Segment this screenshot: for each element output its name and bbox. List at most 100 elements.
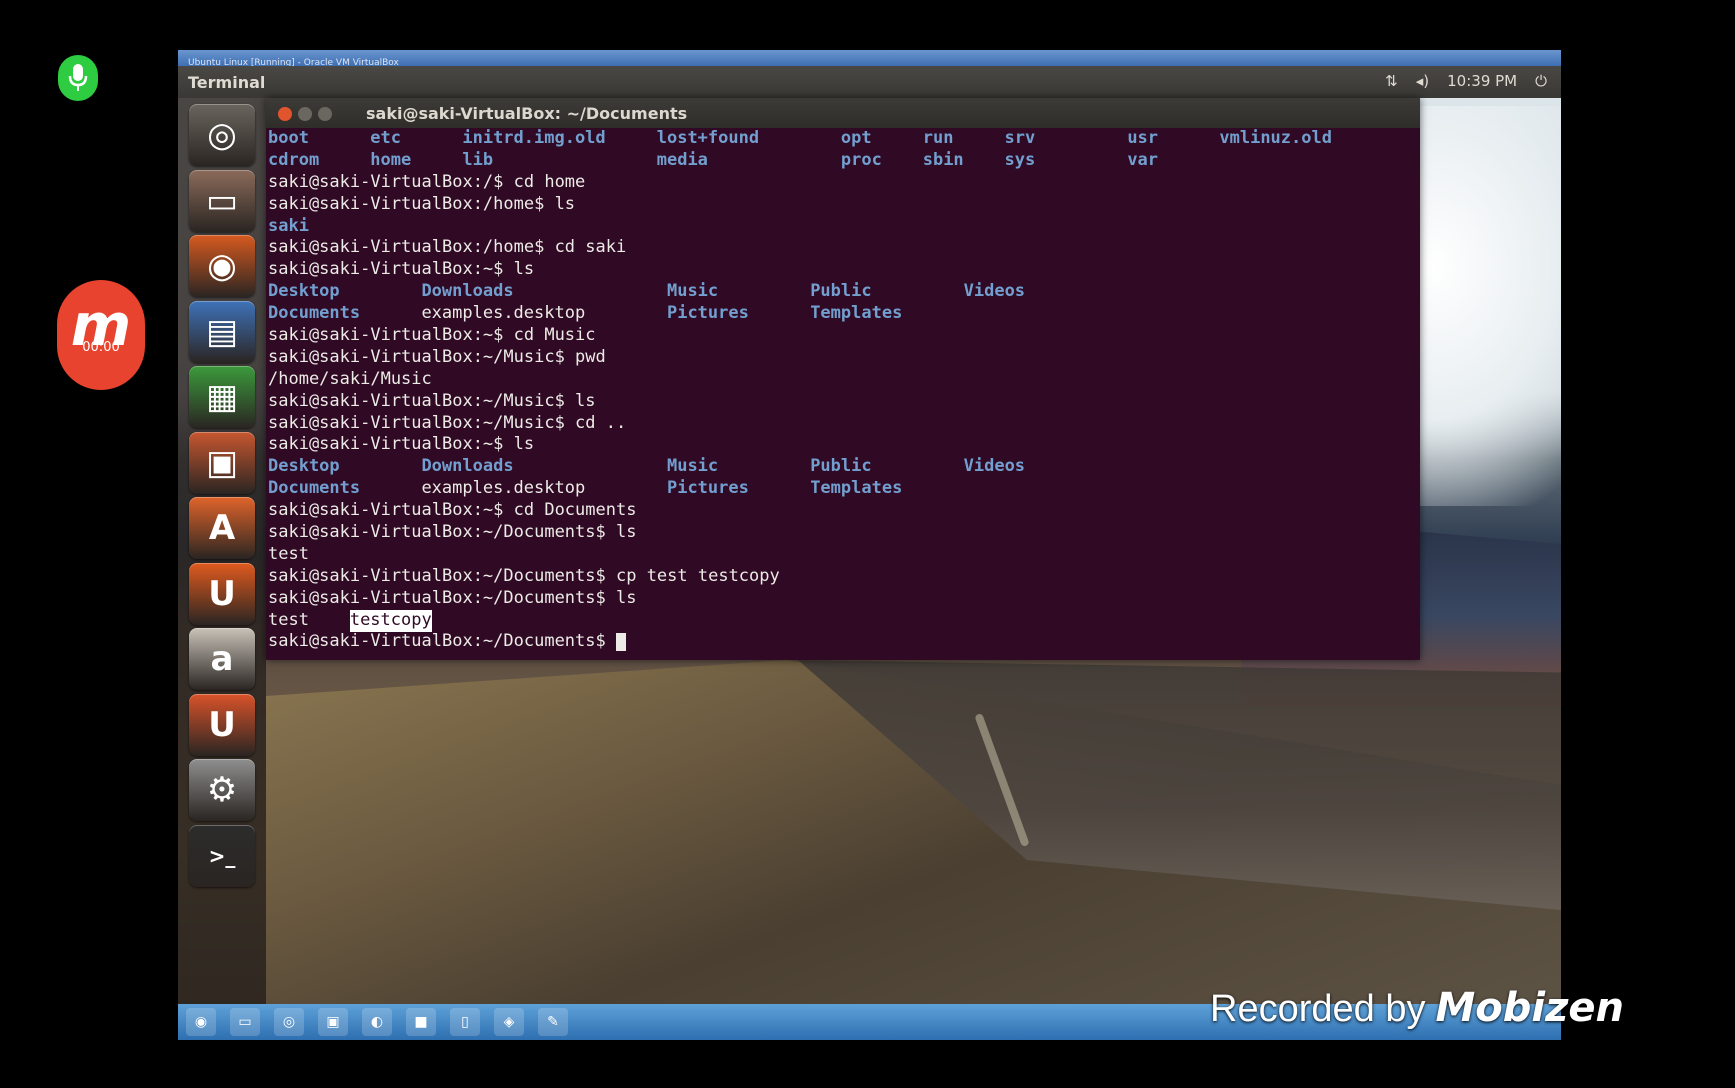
directory-name: Music bbox=[666, 456, 719, 477]
terminal-line: saki@saki-VirtualBox:~$ ls bbox=[268, 434, 1420, 456]
terminal-line: test testcopy bbox=[268, 609, 1420, 632]
directory-name: Downloads bbox=[421, 281, 514, 302]
directory-name: cdrom bbox=[268, 149, 320, 170]
directory-name: opt bbox=[840, 128, 872, 148]
app-icon[interactable]: ▣ bbox=[318, 1008, 348, 1036]
directory-name: Public bbox=[810, 281, 872, 302]
network-icon[interactable]: ◈ bbox=[494, 1008, 524, 1036]
volume-icon[interactable]: ◂) bbox=[1416, 72, 1429, 90]
terminal-text: testcopy bbox=[349, 609, 432, 632]
chrome-icon[interactable]: ◎ bbox=[274, 1008, 304, 1036]
directory-name: proc bbox=[840, 149, 882, 170]
clock[interactable]: 10:39 PM bbox=[1447, 72, 1517, 90]
terminal-text: saki@saki-VirtualBox:~/Documents$ ls bbox=[268, 522, 637, 543]
start-orb-icon[interactable]: ◉ bbox=[186, 1008, 216, 1036]
terminal-line: saki@saki-VirtualBox:~$ cd Documents bbox=[268, 500, 1420, 522]
terminal-icon[interactable]: >_ bbox=[189, 824, 255, 887]
microphone-icon[interactable] bbox=[58, 55, 98, 101]
terminal-text: saki@saki-VirtualBox:~/Music$ ls bbox=[268, 390, 596, 411]
terminal-line: saki@saki-VirtualBox:/home$ ls bbox=[268, 194, 1420, 216]
terminal-text: saki@saki-VirtualBox:/home$ ls bbox=[268, 193, 576, 214]
terminal-line: cdrom home lib media proc sbin sys var bbox=[268, 150, 1420, 172]
directory-name: usr bbox=[1127, 128, 1159, 148]
terminal-text: saki@saki-VirtualBox:~$ cd Music bbox=[268, 325, 596, 346]
terminal-text: /home/saki/Music bbox=[268, 368, 432, 389]
directory-name: run bbox=[922, 128, 954, 148]
directory-name: sbin bbox=[922, 149, 964, 170]
minimize-icon[interactable] bbox=[298, 107, 312, 121]
directory-name: Documents bbox=[268, 303, 361, 324]
impress-icon[interactable]: ▣ bbox=[189, 431, 255, 494]
close-icon[interactable] bbox=[278, 107, 292, 121]
tool-icon[interactable]: ✎ bbox=[538, 1008, 568, 1036]
directory-name: Documents bbox=[268, 478, 361, 499]
directory-name: Downloads bbox=[421, 456, 514, 477]
ubuntu-one-icon[interactable]: U bbox=[189, 562, 255, 625]
directory-name: vmlinuz.old bbox=[1219, 128, 1332, 148]
terminal-line: saki bbox=[268, 216, 1420, 238]
terminal-line: saki@saki-VirtualBox:~/Documents$ ls bbox=[268, 588, 1420, 610]
terminal-text: saki@saki-VirtualBox:/home$ cd saki bbox=[268, 237, 627, 258]
system-settings-icon[interactable]: ⚙ bbox=[189, 759, 255, 821]
directory-name: Desktop bbox=[268, 456, 340, 477]
power-icon[interactable]: ⏻ bbox=[1535, 72, 1547, 90]
terminal-text: saki@saki-VirtualBox:~/Music$ cd .. bbox=[268, 412, 627, 433]
directory-name: lost+found bbox=[656, 128, 760, 148]
directory-name: sys bbox=[1004, 149, 1036, 170]
text-cursor bbox=[615, 633, 626, 652]
media-icon[interactable]: ◐ bbox=[362, 1008, 392, 1036]
terminal-text: saki@saki-VirtualBox:~$ ls bbox=[268, 259, 535, 280]
ubuntu-one-music-icon[interactable]: U bbox=[189, 693, 255, 756]
amazon-icon[interactable]: a bbox=[189, 628, 255, 690]
terminal-line: Documents examples.desktop Pictures Templat… bbox=[268, 303, 1420, 325]
terminal-text: examples.desktop bbox=[421, 478, 586, 499]
mobizen-record-button[interactable]: m 00:00 bbox=[57, 280, 145, 390]
word-icon[interactable]: ▯ bbox=[450, 1008, 480, 1036]
dash-home-icon[interactable]: ◎ bbox=[189, 104, 255, 166]
directory-name: Pictures bbox=[666, 303, 749, 324]
directory-name: initrd.img.old bbox=[462, 128, 606, 148]
firefox-icon[interactable]: ◉ bbox=[189, 235, 255, 297]
writer-icon[interactable]: ▤ bbox=[189, 300, 255, 363]
terminal-titlebar[interactable]: saki@saki-VirtualBox: ~/Documents bbox=[266, 98, 1420, 128]
terminal-text: saki@saki-VirtualBox:~/Documents$ bbox=[268, 631, 616, 652]
active-app-name: Terminal bbox=[188, 73, 266, 92]
terminal-line: saki@saki-VirtualBox:~/Music$ pwd bbox=[268, 347, 1420, 369]
folder-icon[interactable]: ■ bbox=[406, 1008, 436, 1036]
files-icon[interactable]: ▭ bbox=[189, 169, 255, 232]
explorer-icon[interactable]: ▭ bbox=[230, 1008, 260, 1036]
terminal-text: saki@saki-VirtualBox:~/Documents$ ls bbox=[268, 587, 637, 608]
terminal-text: saki@saki-VirtualBox:~/Documents$ cp tes… bbox=[268, 565, 780, 586]
network-icon[interactable]: ⇅ bbox=[1385, 72, 1398, 90]
directory-name: saki bbox=[268, 215, 309, 236]
terminal-line: Desktop Downloads Music Public Videos bbox=[268, 281, 1420, 303]
directory-name: var bbox=[1127, 149, 1159, 170]
directory-name: Videos bbox=[963, 456, 1026, 477]
terminal-line: saki@saki-VirtualBox:~/Documents$ cp tes… bbox=[268, 566, 1420, 588]
directory-name: lib bbox=[462, 149, 494, 170]
maximize-icon[interactable] bbox=[318, 107, 332, 121]
top-panel: Terminal ⇅ ◂) 10:39 PM ⏻ bbox=[178, 66, 1561, 98]
terminal-line: saki@saki-VirtualBox:~/Music$ ls bbox=[268, 391, 1420, 413]
directory-name: Templates bbox=[810, 478, 903, 499]
terminal-line: saki@saki-VirtualBox:~$ cd Music bbox=[268, 325, 1420, 347]
terminal-text: examples.desktop bbox=[421, 303, 586, 324]
terminal-window[interactable]: saki@saki-VirtualBox: ~/Documents boot et… bbox=[266, 98, 1420, 660]
software-center-icon[interactable]: A bbox=[189, 497, 255, 559]
terminal-line: boot etc initrd.img.old lost+found opt run srv… bbox=[268, 128, 1420, 150]
terminal-line: saki@saki-VirtualBox:~/Documents$ ls bbox=[268, 522, 1420, 544]
calc-icon[interactable]: ▦ bbox=[189, 366, 255, 428]
terminal-line: saki@saki-VirtualBox:/$ cd home bbox=[268, 172, 1420, 194]
terminal-output[interactable]: boot etc initrd.img.old lost+found opt run srv… bbox=[266, 128, 1420, 660]
directory-name: Music bbox=[666, 281, 719, 302]
terminal-line: saki@saki-VirtualBox:~/Documents$ bbox=[268, 631, 1420, 653]
terminal-line: /home/saki/Music bbox=[268, 369, 1420, 391]
terminal-line: saki@saki-VirtualBox:~/Music$ cd .. bbox=[268, 413, 1420, 435]
directory-name: media bbox=[656, 149, 708, 170]
directory-name: home bbox=[370, 149, 412, 170]
terminal-text: saki@saki-VirtualBox:~$ cd Documents bbox=[268, 500, 637, 521]
directory-name: Templates bbox=[810, 303, 903, 324]
virtual-machine-screen[interactable]: Ubuntu Linux [Running] - Oracle VM Virtu… bbox=[178, 50, 1561, 1040]
virtualbox-titlebar[interactable]: Ubuntu Linux [Running] - Oracle VM Virtu… bbox=[178, 50, 1561, 68]
terminal-text: test bbox=[268, 543, 309, 564]
